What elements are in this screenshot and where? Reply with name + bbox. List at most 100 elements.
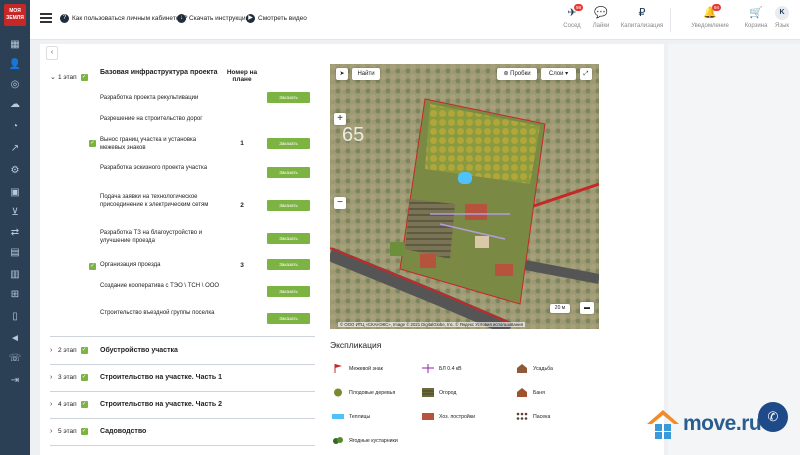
legend-title: Экспликация	[330, 340, 382, 350]
megaphone-icon[interactable]: ◄	[8, 332, 22, 346]
legend-item: Пасека	[516, 412, 550, 421]
pie-icon[interactable]: ◔	[8, 120, 22, 134]
order-button[interactable]: Заказать	[267, 259, 310, 270]
bag-icon[interactable]: ▣	[8, 186, 22, 200]
stage-4-checkbox[interactable]: ✓	[80, 401, 88, 408]
traffic-button[interactable]: ⊛ Пробки	[497, 68, 537, 80]
top-header: ? Как пользоваться личным кабинетом? ↓ С…	[30, 0, 800, 40]
map-find-button[interactable]: Найти	[352, 68, 380, 80]
zoom-out-button[interactable]: −	[334, 197, 346, 209]
divider	[50, 445, 315, 446]
order-button[interactable]: Заказать	[267, 92, 310, 103]
map-scale: 20 м	[550, 304, 570, 313]
stage-5-toggle[interactable]: › 5 этап ✓	[50, 428, 88, 435]
document-icon[interactable]: ▤	[8, 246, 22, 260]
bathhouse	[475, 236, 489, 248]
upload-icon[interactable]: ☁	[8, 98, 22, 112]
target-icon[interactable]: ◎	[8, 78, 22, 92]
stage-1-checkbox[interactable]: ✓	[80, 73, 88, 81]
stage-2-title: Обустройство участка	[100, 347, 178, 354]
order-button[interactable]: Заказать	[267, 286, 310, 297]
legend-item: Баня	[516, 388, 545, 397]
likes-label: Лайки	[592, 23, 610, 29]
logout-icon[interactable]: ⇥	[8, 374, 22, 388]
legend-item: Огород	[422, 388, 456, 397]
chevron-right-icon: ›	[50, 347, 53, 354]
task-checkbox[interactable]: ✓	[89, 140, 96, 147]
gear-icon[interactable]: ⚙	[8, 164, 22, 178]
order-button[interactable]: Заказать	[267, 167, 310, 178]
house	[465, 204, 487, 220]
chevron-right-icon: ›	[50, 401, 53, 408]
menu-icon[interactable]	[40, 13, 52, 23]
user-icon[interactable]: 👤	[8, 58, 22, 72]
garden-beds	[405, 199, 455, 259]
layers-button[interactable]: Слои ▾	[541, 68, 576, 80]
fullscreen-icon[interactable]: ⤢	[580, 68, 592, 80]
order-button[interactable]: Заказать	[267, 313, 310, 324]
legend-item: Плодовые деревья	[332, 388, 395, 397]
bell-icon: 🔔 94	[703, 4, 721, 19]
stage-3-toggle[interactable]: › 3 этап ✓	[50, 374, 88, 381]
greenhouse-icon	[332, 414, 344, 419]
plan-card: ‹ ⌄ 1 этап ✓ Базовая инфраструктура прое…	[40, 44, 664, 455]
cart-icon[interactable]: ⊻	[8, 206, 22, 220]
phone-icon[interactable]: ☏	[8, 352, 22, 366]
stage-2-checkbox[interactable]: ✓	[80, 347, 88, 354]
stage-2-label: 2 этап	[58, 347, 77, 354]
bathhouse-icon	[517, 388, 527, 397]
task-name: Вынос границ участка и установка межевых…	[100, 137, 197, 151]
shed	[420, 254, 436, 268]
map-icon[interactable]: ⊞	[8, 288, 22, 302]
legend-item: Хоз. постройки	[422, 412, 475, 421]
order-button[interactable]: Заказать	[267, 200, 310, 211]
document-alt-icon[interactable]: ▥	[8, 268, 22, 282]
legend-item: Теплицы	[332, 412, 370, 421]
help-link[interactable]: ? Как пользоваться личным кабинетом?	[60, 14, 187, 23]
book-icon[interactable]: ▯	[8, 310, 22, 324]
chart-icon[interactable]: ↗	[8, 142, 22, 156]
stage-4-title: Строительство на участке. Часть 2	[100, 401, 222, 408]
stage-1-label: 1 этап	[58, 73, 77, 81]
ruler-icon[interactable]: ▬	[580, 302, 594, 314]
app-logo[interactable]: МОЯ ЗЕМЛЯ	[4, 4, 26, 26]
legend-item: Межевой знак	[332, 364, 383, 373]
stage-4-toggle[interactable]: › 4 этап ✓	[50, 401, 88, 408]
order-button[interactable]: Заказать	[267, 233, 310, 244]
shed	[495, 264, 513, 276]
move-ru-logo: move.ru	[646, 408, 762, 440]
callback-phone-button[interactable]: ✆	[758, 402, 788, 432]
geolocation-button[interactable]: ➤	[336, 68, 348, 80]
capitalization-button[interactable]: ₽ Капитализация	[620, 6, 664, 29]
stage-2-toggle[interactable]: › 2 этап ✓	[50, 347, 88, 354]
traffic-label: Пробки	[510, 71, 531, 77]
download-icon: ↓	[177, 14, 186, 23]
task-name: Организация проезда	[100, 262, 161, 268]
tab-toggle[interactable]: ‹	[46, 46, 58, 60]
notifications-button[interactable]: 🔔 94 Уведомление	[688, 4, 732, 29]
order-button[interactable]: Заказать	[267, 138, 310, 149]
task-checkbox[interactable]: ✓	[89, 263, 96, 270]
legend-item: Усадьба	[516, 364, 553, 373]
fruit-tree-icon	[334, 388, 342, 397]
notifications-badge: 94	[711, 4, 721, 11]
download-link-label: Скачать инструкцию	[189, 15, 251, 22]
chat-icon: 💬	[594, 7, 608, 19]
task-name: Разработка проекта рекультивации	[100, 95, 199, 101]
stage-5-checkbox[interactable]: ✓	[80, 428, 88, 435]
transfer-icon[interactable]: ⇄	[8, 226, 22, 240]
legend-item: Ягодные кустарники	[332, 436, 398, 445]
stage-3-checkbox[interactable]: ✓	[80, 374, 88, 381]
plan-number: 2	[240, 202, 244, 209]
download-instruction-link[interactable]: ↓ Скачать инструкцию	[177, 14, 251, 23]
satellite-map[interactable]: ➤ Найти ⊛ Пробки Слои ▾ ⤢ + − 65 20 м ▬ …	[330, 64, 599, 329]
stage-1-toggle[interactable]: ⌄ 1 этап ✓	[50, 73, 88, 81]
flag-icon	[334, 364, 342, 373]
greenhouse	[390, 242, 404, 256]
video-link-label: Смотреть видео	[258, 15, 307, 22]
zoom-level: 65	[342, 124, 365, 146]
language-button[interactable]: K Язык	[760, 6, 800, 29]
watch-video-link[interactable]: ▶ Смотреть видео	[246, 14, 307, 23]
home-icon[interactable]: ▦	[8, 38, 22, 52]
likes-button[interactable]: 💬 Лайки	[579, 6, 623, 29]
